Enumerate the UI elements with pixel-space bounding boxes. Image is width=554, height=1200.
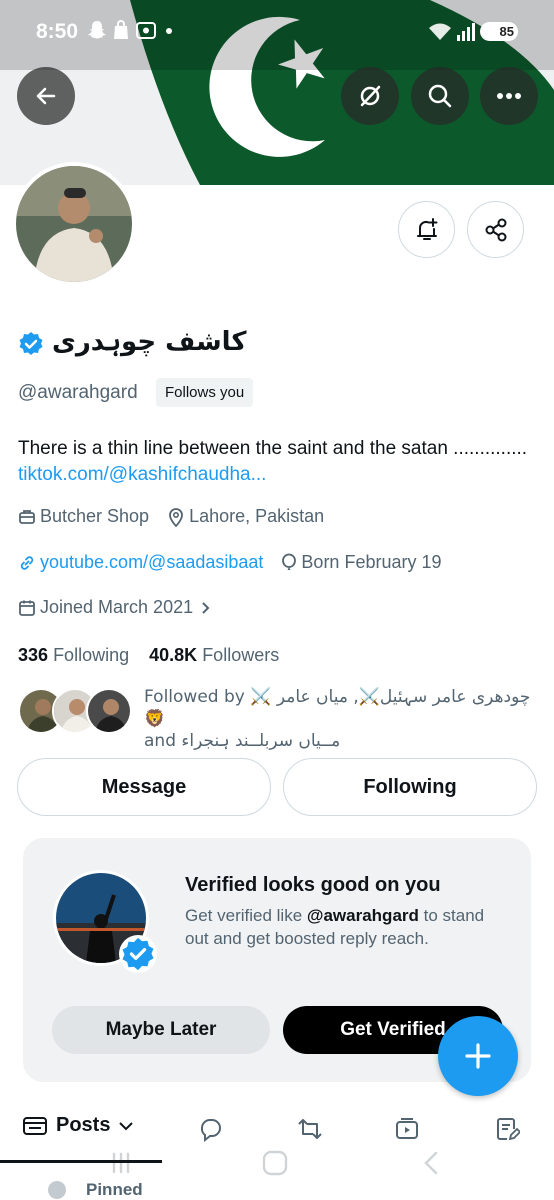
- profile-website-link[interactable]: youtube.com/@saadasibaat: [40, 552, 263, 573]
- home-icon[interactable]: [262, 1150, 288, 1176]
- grok-button[interactable]: [341, 67, 399, 125]
- profile-meta-row-2: youtube.com/@saadasibaat Born February 1…: [18, 552, 442, 573]
- followed-by-row[interactable]: Followed by ⚔️ چودھری عامر سہئیل⚔️, میاں…: [18, 686, 538, 751]
- bell-plus-icon: [416, 217, 437, 240]
- follows-you-badge: Follows you: [156, 378, 254, 407]
- verified-badge-icon: [119, 935, 157, 973]
- tab-replies-icon[interactable]: [198, 1116, 224, 1142]
- snapchat-icon: [88, 21, 106, 39]
- share-button[interactable]: [467, 201, 524, 258]
- profile-birthday: Born February 19: [301, 552, 442, 572]
- notifications-button[interactable]: [398, 201, 455, 258]
- maybe-later-button[interactable]: Maybe Later: [52, 1006, 270, 1054]
- tab-media-icon[interactable]: [394, 1116, 420, 1142]
- profile-banner[interactable]: 8:50 85: [0, 0, 554, 185]
- profile-location: Lahore, Pakistan: [189, 506, 325, 526]
- active-tab-indicator: [0, 1160, 162, 1163]
- follow-counts: 336 Following 40.8K Followers: [18, 645, 279, 666]
- wifi-icon: [429, 23, 451, 40]
- promo-body: Get verified like @awarahgard to stand o…: [185, 906, 485, 948]
- profile-joined-row[interactable]: Joined March 2021: [18, 597, 215, 618]
- tab-reposts-icon[interactable]: [296, 1116, 324, 1142]
- promo-title: Verified looks good on you: [185, 874, 441, 896]
- search-icon: [428, 84, 452, 108]
- following-button[interactable]: Following: [283, 758, 537, 816]
- profile-handle: @awarahgard: [18, 382, 138, 403]
- notification-dot-icon: [166, 28, 172, 34]
- search-button[interactable]: [411, 67, 469, 125]
- location-icon: [169, 507, 183, 527]
- briefcase-icon: [19, 509, 35, 524]
- follower-avatar: [86, 688, 132, 734]
- back-arrow-icon: [36, 87, 56, 105]
- chevron-down-icon: [119, 1121, 134, 1130]
- following-count-link[interactable]: 336 Following: [18, 645, 129, 665]
- avatar-photo: [16, 166, 132, 282]
- bio-link[interactable]: tiktok.com/@kashifchaudha...: [18, 464, 266, 485]
- status-bar: 8:50 85: [0, 0, 554, 64]
- posts-icon: [23, 1116, 47, 1135]
- verified-badge-icon[interactable]: [18, 331, 44, 357]
- pinned-post-label: Pinned: [48, 1180, 143, 1200]
- profile-category: Butcher Shop: [40, 506, 150, 526]
- followed-by-text: Followed by ⚔️ چودھری عامر سہئیل⚔️, میاں…: [144, 687, 531, 751]
- compose-fab-button[interactable]: [438, 1016, 518, 1096]
- pin-icon: [48, 1181, 66, 1199]
- profile-bio: There is a thin line between the saint a…: [18, 436, 538, 488]
- profile-meta-row-1: Butcher Shop Lahore, Pakistan: [18, 506, 324, 527]
- display-name: کاشف چوہدری: [52, 327, 247, 357]
- balloon-icon: [282, 553, 297, 570]
- recent-apps-icon[interactable]: [108, 1150, 134, 1176]
- more-button[interactable]: [480, 67, 538, 125]
- status-time: 8:50: [36, 20, 79, 43]
- shopping-bag-icon: [114, 20, 128, 39]
- battery-indicator: 85: [480, 22, 518, 41]
- no-eye-icon: [360, 85, 381, 107]
- link-icon: [20, 555, 34, 570]
- message-button[interactable]: Message: [17, 758, 271, 816]
- tab-posts[interactable]: Posts: [22, 1114, 134, 1137]
- profile-avatar[interactable]: [12, 162, 136, 286]
- bio-text: There is a thin line between the saint a…: [18, 438, 528, 459]
- back-nav-icon[interactable]: [420, 1150, 442, 1176]
- share-icon: [485, 218, 506, 241]
- followers-count-link[interactable]: 40.8K Followers: [149, 645, 279, 665]
- payment-app-icon: [136, 22, 156, 39]
- tab-articles-icon[interactable]: [494, 1116, 520, 1142]
- signal-icon: [457, 23, 475, 41]
- plus-icon: [465, 1043, 491, 1069]
- more-icon: [497, 93, 521, 99]
- calendar-icon: [19, 600, 35, 616]
- back-button[interactable]: [17, 67, 75, 125]
- chevron-right-icon: [202, 601, 210, 614]
- profile-joined: Joined March 2021: [40, 597, 194, 617]
